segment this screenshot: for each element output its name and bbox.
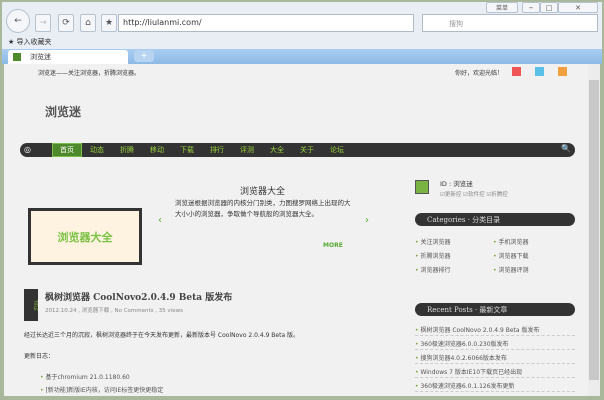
rss-icon[interactable] (558, 67, 567, 76)
nav-home-icon[interactable]: ◎ (24, 145, 31, 154)
categories-list: 关注浏览器 手机浏览器 折腾浏览器 浏览器下载 浏览器排行 浏览器评测 (415, 237, 575, 276)
categories-header: Categories · 分类目录 (415, 213, 575, 226)
category-link[interactable]: 浏览器评测 (493, 265, 571, 276)
site-logo[interactable]: 浏览迷 (45, 103, 81, 120)
star-icon: ★ (104, 18, 114, 28)
maximize-button[interactable]: □ (540, 2, 558, 13)
recent-post-link[interactable]: 搜狗浏览器4.0.2.6066版本发布 (415, 350, 575, 364)
forward-button[interactable]: → (35, 14, 51, 32)
nav-item[interactable]: 折腾 (112, 145, 142, 155)
minimize-button[interactable]: – (522, 2, 540, 13)
user-id: ID : 浏览迷 (440, 180, 473, 188)
close-icon: ✕ (575, 3, 581, 12)
search-input[interactable]: 搜狗 (422, 14, 598, 32)
back-button[interactable]: ← (6, 9, 30, 33)
bookmark-button[interactable]: ★ (101, 14, 117, 32)
maximize-icon: □ (545, 3, 553, 12)
recent-post-link[interactable]: Windows 7 版本IE10下载页已经出现 (415, 364, 575, 378)
weibo-icon[interactable] (512, 67, 521, 76)
site-tagline: 浏览迷——关注浏览器，折腾浏览器。 (38, 70, 141, 77)
favorites-import[interactable]: ★ 导入收藏夹 (8, 37, 52, 47)
list-item: [新功能]新版IE内核，访问IE标签更快更稳定 (40, 385, 340, 396)
tab-title: 浏览迷 (30, 53, 51, 61)
address-bar[interactable]: http://liulanmi.com/ (118, 14, 414, 32)
favorites-label: 导入收藏夹 (16, 38, 52, 46)
user-icon (415, 180, 429, 194)
feature-banner[interactable]: 浏览器大全 (28, 208, 142, 265)
post-meta: 2012.10.24 , 浏览器下载 , No Comments , 35 vi… (45, 308, 184, 314)
post-intro: 经过长达近三个月的沉寂，枫树浏览器终于在今天发布更新，最新版本号 CoolNov… (24, 332, 300, 339)
changelog-label: 更新日志： (24, 353, 55, 360)
minimize-icon: – (528, 2, 534, 13)
list-item: 基于chromium 21.0.1180.60 (40, 372, 340, 385)
category-link[interactable]: 浏览器排行 (415, 265, 493, 276)
feature-title: 浏览器大全 (240, 187, 286, 197)
nav-item[interactable]: 动态 (82, 145, 112, 155)
close-button[interactable]: ✕ (558, 2, 598, 13)
next-arrow-icon[interactable]: › (365, 215, 369, 226)
menu-button[interactable]: 菜单 (486, 2, 518, 13)
nav-item[interactable]: 排行 (202, 145, 232, 155)
arrow-left-icon: ← (14, 16, 22, 26)
category-link[interactable]: 浏览器下载 (493, 251, 571, 262)
refresh-icon: ⟳ (62, 18, 70, 28)
star-icon: ★ (8, 38, 17, 46)
recent-post-link[interactable]: 360极速浏览器6.0.0.230版发布 (415, 336, 575, 350)
recent-posts-header: Recent Posts · 最新文章 (415, 303, 575, 316)
refresh-button[interactable]: ⟳ (58, 14, 74, 32)
arrow-right-icon: → (39, 18, 47, 28)
nav-item[interactable]: 下载 (172, 145, 202, 155)
nav-item[interactable]: 评测 (232, 145, 262, 155)
welcome-text: 你好，欢迎光临！ (455, 70, 504, 77)
favicon-icon (13, 53, 21, 61)
category-link[interactable]: 折腾浏览器 (415, 251, 493, 262)
scrollbar-thumb[interactable] (589, 80, 599, 380)
recent-post-link[interactable]: 枫树浏览器 CoolNovo 2.0.4.9 Beta 版发布 (415, 322, 575, 336)
feature-text: 浏览迷根据浏览器的内核分门别类，力图搜罗网络上出现的大大小小的浏览器，争取做个导… (175, 199, 351, 218)
qq-icon[interactable] (535, 67, 544, 76)
home-icon: ⌂ (85, 18, 91, 28)
changelog-list: 基于chromium 21.0.1180.60 [新功能]新版IE内核，访问IE… (40, 372, 340, 396)
prev-arrow-icon[interactable]: ‹ (158, 215, 162, 226)
nav-item[interactable]: 大全 (262, 145, 292, 155)
nav-item[interactable]: 首页 (52, 143, 82, 157)
menu-label: 菜单 (495, 5, 508, 12)
home-button[interactable]: ⌂ (80, 14, 96, 32)
nav-item[interactable]: 关于 (292, 145, 322, 155)
nav-item[interactable]: 移动 (142, 145, 172, 155)
nav-item[interactable]: 论坛 (322, 145, 352, 155)
tab-active[interactable]: 浏览迷 (8, 50, 128, 64)
recent-post-link[interactable]: 360极速浏览器6.0.1.126发布更新 (415, 378, 575, 392)
category-link[interactable]: 关注浏览器 (415, 237, 493, 248)
new-tab-button[interactable]: + (134, 50, 154, 62)
post-title[interactable]: 枫树浏览器 CoolNovo2.0.4.9 Beta 版发布 (45, 290, 232, 303)
recent-posts-list: 枫树浏览器 CoolNovo 2.0.4.9 Beta 版发布 360极速浏览器… (415, 322, 575, 392)
more-button[interactable]: MORE (323, 242, 343, 249)
search-icon[interactable]: 🔍 (561, 144, 571, 153)
title-badge: TITLE (24, 289, 38, 321)
main-nav: 首页 动态 折腾 移动 下载 排行 评测 大全 关于 论坛 (20, 143, 575, 157)
user-tags: ☑更新控 ☑软件控 ☑折腾控 (440, 192, 508, 198)
category-link[interactable]: 手机浏览器 (493, 237, 571, 248)
